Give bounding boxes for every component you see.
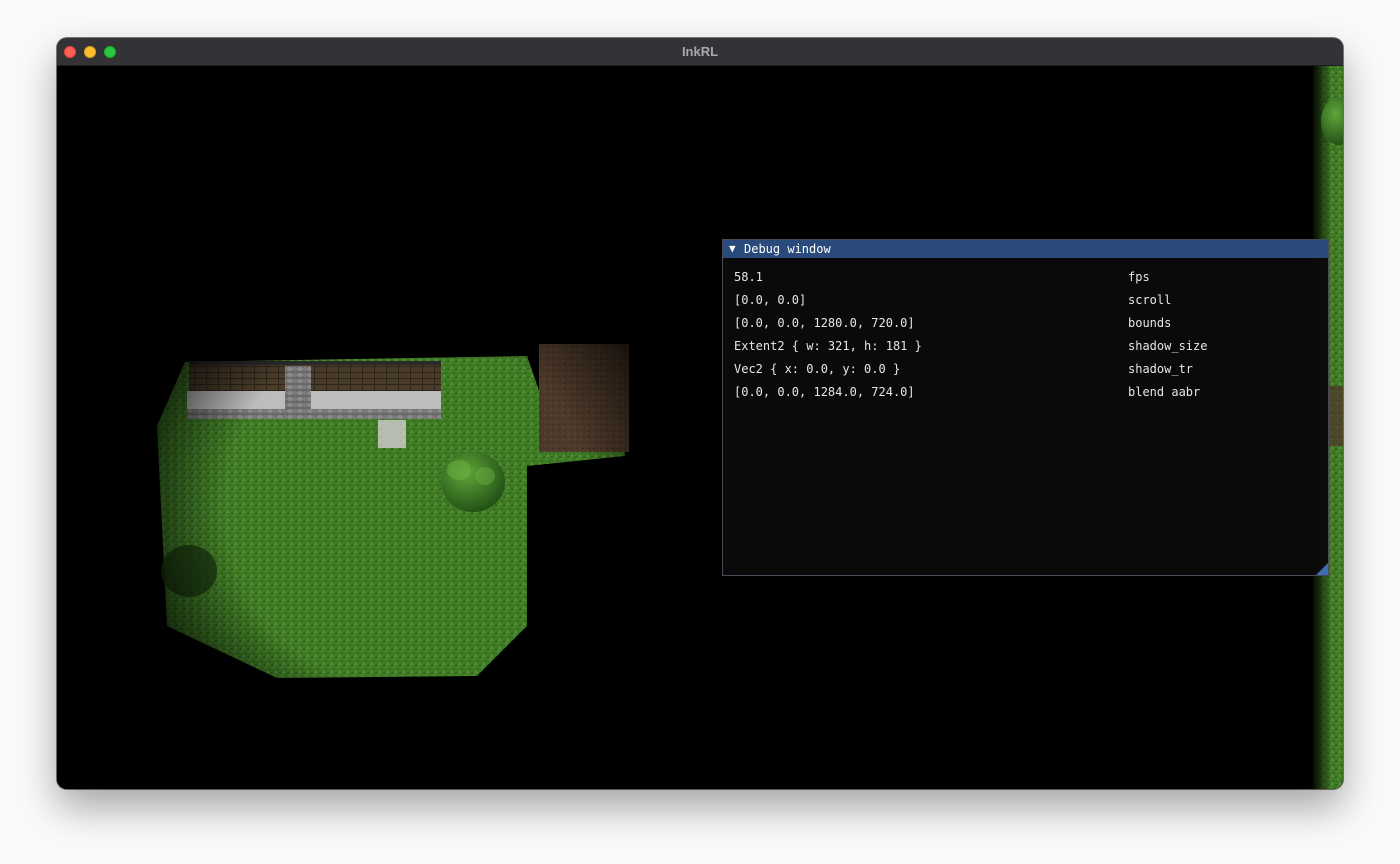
window-title: InkRL — [681, 44, 719, 59]
triangle-down-icon[interactable]: ▼ — [729, 240, 736, 258]
debug-value: Vec2 { x: 0.0, y: 0.0 } — [734, 362, 901, 376]
game-viewport[interactable]: ▼ Debug window 58.1 fps [0.0, 0.0] scrol… — [57, 66, 1343, 789]
debug-row-blend-aabr: [0.0, 0.0, 1284.0, 724.0] blend aabr — [723, 381, 1328, 404]
debug-window-header[interactable]: ▼ Debug window — [723, 240, 1328, 258]
debug-value: [0.0, 0.0] — [734, 293, 807, 307]
debug-label: shadow_tr — [1128, 362, 1194, 376]
debug-row-shadow-tr: Vec2 { x: 0.0, y: 0.0 } shadow_tr — [723, 358, 1328, 381]
debug-value: [0.0, 0.0, 1284.0, 724.0] — [734, 385, 915, 399]
debug-label: scroll — [1128, 293, 1172, 307]
debug-row-fps: 58.1 fps — [723, 266, 1328, 289]
debug-label: bounds — [1128, 316, 1172, 330]
debug-value: Extent2 { w: 321, h: 181 } — [734, 339, 922, 353]
debug-label: blend aabr — [1128, 385, 1201, 399]
debug-rows: 58.1 fps [0.0, 0.0] scroll [0.0, 0.0, 12… — [723, 266, 1328, 404]
debug-window[interactable]: ▼ Debug window 58.1 fps [0.0, 0.0] scrol… — [722, 239, 1329, 576]
debug-window-title: Debug window — [744, 242, 831, 256]
debug-value: [0.0, 0.0, 1280.0, 720.0] — [734, 316, 915, 330]
desktop: InkRL ▼ Debug window 58.1 fps [0.0, 0.0]… — [0, 0, 1400, 864]
debug-label: fps — [1128, 270, 1150, 284]
resize-grip-icon[interactable] — [1316, 563, 1328, 575]
debug-row-shadow-size: Extent2 { w: 321, h: 181 } shadow_size — [723, 335, 1328, 358]
app-window: InkRL ▼ Debug window 58.1 fps [0.0, 0.0]… — [57, 38, 1343, 789]
debug-value: 58.1 — [734, 270, 763, 284]
debug-row-bounds: [0.0, 0.0, 1280.0, 720.0] bounds — [723, 312, 1328, 335]
title-bar[interactable]: InkRL — [57, 38, 1343, 66]
debug-row-scroll: [0.0, 0.0] scroll — [723, 289, 1328, 312]
debug-label: shadow_size — [1128, 339, 1208, 353]
